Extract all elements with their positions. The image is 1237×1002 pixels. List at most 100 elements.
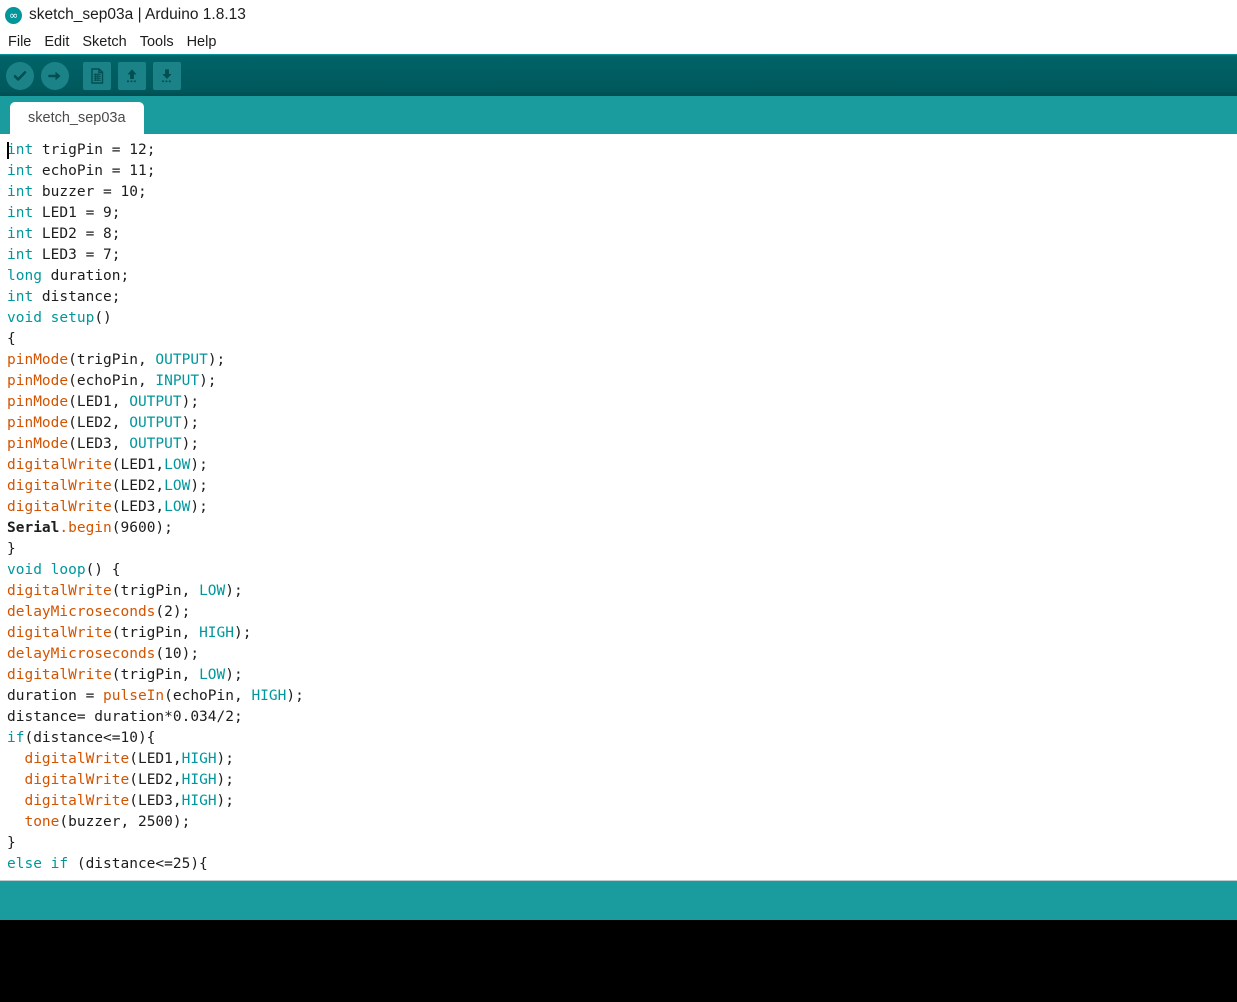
code-token: digitalWrite bbox=[7, 478, 112, 494]
code-line: int LED1 = 9; bbox=[7, 203, 1237, 224]
code-editor[interactable]: int trigPin = 12; int echoPin = 11; int bu… bbox=[0, 134, 1237, 880]
code-token: OUTPUT bbox=[129, 394, 182, 410]
code-line: digitalWrite(trigPin, LOW); bbox=[7, 581, 1237, 602]
code-token: LED1 = 9; bbox=[33, 205, 121, 221]
code-line: digitalWrite(LED3,LOW); bbox=[7, 497, 1237, 518]
menu-item-edit[interactable]: Edit bbox=[44, 34, 69, 50]
code-token: int bbox=[7, 205, 34, 221]
code-token: digitalWrite bbox=[7, 667, 112, 683]
tab-sketch-sep03a[interactable]: sketch_sep03a bbox=[10, 102, 144, 134]
code-line: int trigPin = 12; bbox=[7, 140, 1237, 161]
code-token: ); bbox=[181, 415, 200, 431]
code-token: ); bbox=[225, 667, 243, 683]
menu-item-file[interactable]: File bbox=[8, 34, 31, 50]
code-token: int bbox=[7, 247, 34, 263]
code-token: pinMode bbox=[7, 352, 69, 368]
code-line: tone(buzzer, 2500); bbox=[7, 812, 1237, 833]
code-token: ); bbox=[181, 436, 200, 452]
code-line: void loop() { bbox=[7, 560, 1237, 581]
code-line: Serial.begin(9600); bbox=[7, 518, 1237, 539]
code-token: (LED3, bbox=[111, 499, 165, 515]
menu-item-help[interactable]: Help bbox=[187, 34, 217, 50]
verify-button[interactable] bbox=[6, 61, 34, 90]
code-token: else if bbox=[7, 856, 69, 872]
code-token: duration; bbox=[41, 268, 130, 284]
code-line: digitalWrite(trigPin, LOW); bbox=[7, 665, 1237, 686]
open-button[interactable] bbox=[118, 61, 146, 90]
code-token: HIGH bbox=[181, 772, 217, 788]
window-title: sketch_sep03a | Arduino 1.8.13 bbox=[29, 6, 246, 23]
code-token: buzzer = 10; bbox=[33, 184, 147, 200]
code-token: (9600); bbox=[111, 520, 173, 536]
code-line: pinMode(trigPin, OUTPUT); bbox=[7, 350, 1237, 371]
code-line: else if (distance<=25){ bbox=[7, 854, 1237, 875]
code-token: () bbox=[94, 310, 112, 326]
toolbar bbox=[0, 54, 1237, 96]
code-line: digitalWrite(LED1,LOW); bbox=[7, 455, 1237, 476]
code-token: digitalWrite bbox=[7, 625, 112, 641]
code-token: (LED1, bbox=[111, 457, 165, 473]
code-token: (trigPin, bbox=[111, 667, 200, 683]
code-token: digitalWrite bbox=[7, 499, 112, 515]
code-line: int echoPin = 11; bbox=[7, 161, 1237, 182]
code-token: (2); bbox=[155, 604, 191, 620]
code-line: duration = pulseIn(echoPin, HIGH); bbox=[7, 686, 1237, 707]
code-token: duration = bbox=[7, 688, 104, 704]
code-token: ); bbox=[181, 394, 200, 410]
save-button[interactable] bbox=[153, 61, 181, 90]
code-line: int buzzer = 10; bbox=[7, 182, 1237, 203]
code-token: LOW bbox=[199, 667, 226, 683]
checkmark-icon bbox=[11, 67, 29, 85]
code-token: ); bbox=[190, 478, 208, 494]
code-line: digitalWrite(LED2,LOW); bbox=[7, 476, 1237, 497]
tab-bar: sketch_sep03a bbox=[0, 96, 1237, 134]
code-token: LOW bbox=[164, 499, 191, 515]
code-token: (buzzer, 2500); bbox=[59, 814, 191, 830]
code-line: distance= duration*0.034/2; bbox=[7, 707, 1237, 728]
code-token: distance; bbox=[33, 289, 121, 305]
code-token: long bbox=[7, 268, 42, 284]
code-token: (10); bbox=[155, 646, 200, 662]
code-token: int bbox=[7, 142, 34, 158]
code-line: digitalWrite(LED2,HIGH); bbox=[7, 770, 1237, 791]
code-text[interactable]: int trigPin = 12; int echoPin = 11; int bu… bbox=[0, 140, 1237, 875]
new-button[interactable] bbox=[83, 61, 111, 90]
menu-item-sketch[interactable]: Sketch bbox=[82, 34, 126, 50]
code-token: (LED3, bbox=[68, 436, 130, 452]
code-token: ); bbox=[225, 583, 243, 599]
code-token: pulseIn bbox=[103, 688, 165, 704]
code-token: OUTPUT bbox=[129, 436, 182, 452]
code-token: .begin bbox=[59, 520, 112, 536]
code-token: void loop bbox=[7, 562, 86, 578]
code-token: pinMode bbox=[7, 415, 69, 431]
code-line: void setup() bbox=[7, 308, 1237, 329]
code-line: long duration; bbox=[7, 266, 1237, 287]
console-output[interactable] bbox=[0, 920, 1237, 1002]
code-token: OUTPUT bbox=[155, 352, 208, 368]
code-token: delayMicroseconds bbox=[7, 646, 156, 662]
upload-button[interactable] bbox=[41, 61, 69, 90]
code-line: delayMicroseconds(10); bbox=[7, 644, 1237, 665]
code-token: int bbox=[7, 184, 34, 200]
code-token: LED3 = 7; bbox=[33, 247, 121, 263]
status-bar bbox=[0, 880, 1237, 920]
code-token: INPUT bbox=[155, 373, 200, 389]
code-token: pinMode bbox=[7, 394, 69, 410]
menu-item-tools[interactable]: Tools bbox=[140, 34, 174, 50]
code-token: OUTPUT bbox=[129, 415, 182, 431]
code-line: } bbox=[7, 833, 1237, 854]
title-bar: ∞ sketch_sep03a | Arduino 1.8.13 bbox=[0, 0, 1237, 30]
code-token: (distance<=25){ bbox=[68, 856, 208, 872]
code-line: digitalWrite(LED3,HIGH); bbox=[7, 791, 1237, 812]
code-token: (trigPin, bbox=[111, 625, 200, 641]
code-line: digitalWrite(LED1,HIGH); bbox=[7, 749, 1237, 770]
code-token: (distance<=10){ bbox=[24, 730, 156, 746]
code-token: digitalWrite bbox=[24, 793, 130, 809]
code-token: int bbox=[7, 289, 34, 305]
code-line: delayMicroseconds(2); bbox=[7, 602, 1237, 623]
code-token: LED2 = 8; bbox=[33, 226, 121, 242]
code-line: pinMode(LED3, OUTPUT); bbox=[7, 434, 1237, 455]
up-arrow-icon bbox=[123, 67, 141, 85]
code-line: pinMode(LED1, OUTPUT); bbox=[7, 392, 1237, 413]
